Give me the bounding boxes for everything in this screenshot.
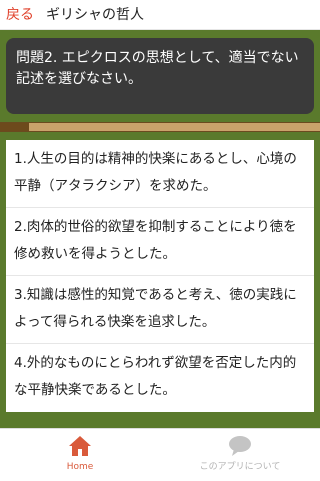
progress-fill [0, 123, 29, 131]
page-title: ギリシャの哲人 [46, 7, 144, 23]
tab-about-label: このアプリについて [199, 462, 281, 472]
quiz-area: 問題2. エピクロスの思想として、適当でない記述を選びなさい。 1.人生の目的は… [0, 30, 320, 428]
answer-option-4[interactable]: 4.外的なものにとらわれず欲望を否定した内的な平静快楽であるとした。 [6, 344, 314, 412]
answer-option-1[interactable]: 1.人生の目的は精神的快楽にあるとし、心境の平静（アタラクシア）を求めた。 [6, 140, 314, 208]
question-text: 問題2. エピクロスの思想として、適当でない記述を選びなさい。 [16, 50, 299, 87]
header-bar: 戻る ギリシャの哲人 [0, 0, 320, 30]
question-box: 問題2. エピクロスの思想として、適当でない記述を選びなさい。 [6, 38, 314, 114]
tab-bar: Home このアプリについて [0, 428, 320, 480]
speech-bubble-icon [229, 436, 251, 456]
answer-list: 1.人生の目的は精神的快楽にあるとし、心境の平静（アタラクシア）を求めた。 2.… [6, 140, 314, 412]
home-icon [69, 436, 91, 456]
answer-option-3[interactable]: 3.知識は感性的知覚であると考え、徳の実践によって得られる快楽を追求した。 [6, 276, 314, 344]
tab-about-app[interactable]: このアプリについて [160, 429, 320, 481]
tab-home-label: Home [66, 462, 94, 472]
tab-home[interactable]: Home [0, 429, 160, 481]
answer-option-2[interactable]: 2.肉体的世俗的欲望を抑制することにより徳を修め救いを得ようとした。 [6, 208, 314, 276]
back-button[interactable]: 戻る [6, 4, 34, 26]
progress-bar [0, 122, 320, 132]
